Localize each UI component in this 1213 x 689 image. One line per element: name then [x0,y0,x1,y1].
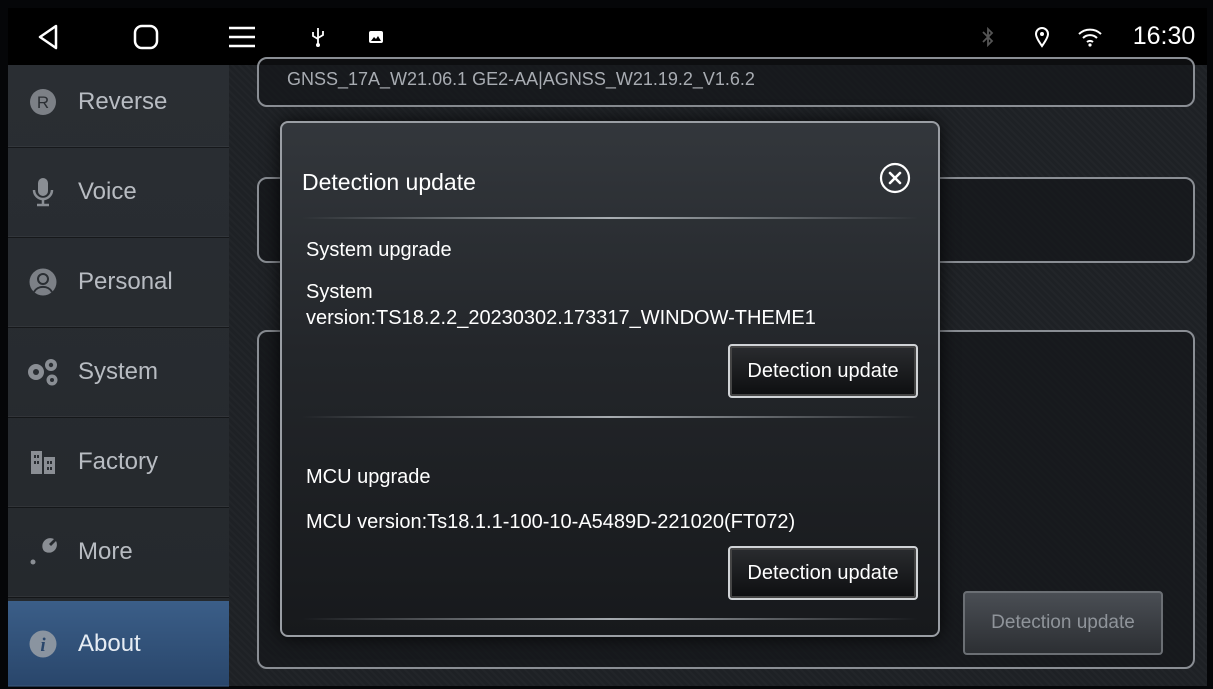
gears-icon [8,327,78,417]
background-detection-update-button[interactable]: Detection update [963,591,1163,655]
sidebar-item-label: System [78,358,159,385]
sidebar-item-label: More [78,538,133,565]
sidebar-item-about[interactable]: i About [8,601,229,687]
info-icon: i [8,599,78,689]
sidebar-item-label: Factory [78,448,159,475]
factory-icon [8,417,78,507]
sidebar-item-system[interactable]: System [8,327,229,418]
sidebar-item-label: Voice [78,178,137,205]
sidebar-item-voice[interactable]: Voice [8,147,229,238]
sidebar-item-factory[interactable]: Factory [8,417,229,508]
sidebar-item-label: Personal [78,268,173,295]
mcu-upgrade-heading: MCU upgrade [306,466,431,488]
sidebar-item-personal[interactable]: Personal [8,237,229,328]
system-version-label: System [306,281,373,303]
wrench-icon [8,507,78,597]
sidebar-item-more[interactable]: More [8,507,229,598]
mcu-version-text: MCU version:Ts18.1.1-100-10-A5489D-22102… [306,511,796,533]
detection-update-dialog: Detection update System upgrade System v… [280,121,940,637]
gnss-version-box: GNSS_17A_W21.06.1 GE2-AA|AGNSS_W21.19.2_… [257,57,1195,107]
divider [302,217,918,219]
divider [302,416,918,418]
system-version-value: version:TS18.2.2_20230302.173317_WINDOW-… [306,307,816,329]
sidebar-item-reverse[interactable]: R Reverse [8,57,229,148]
close-icon[interactable] [879,162,911,194]
sidebar-item-label: Reverse [78,88,168,115]
system-detection-update-button[interactable]: Detection update [728,344,918,398]
divider [302,618,918,620]
system-upgrade-heading: System upgrade [306,239,452,261]
dialog-title: Detection update [302,169,476,195]
mcu-detection-update-button[interactable]: Detection update [728,546,918,600]
microphone-icon [8,147,78,237]
gnss-version-text: GNSS_17A_W21.06.1 GE2-AA|AGNSS_W21.19.2_… [287,69,755,89]
person-icon [8,237,78,327]
svg-text:R: R [37,93,49,112]
svg-text:i: i [40,635,46,656]
reverse-icon: R [8,57,78,147]
sidebar-item-label: About [78,629,141,657]
sidebar: R Reverse Voice Personal System Factory … [8,65,229,687]
